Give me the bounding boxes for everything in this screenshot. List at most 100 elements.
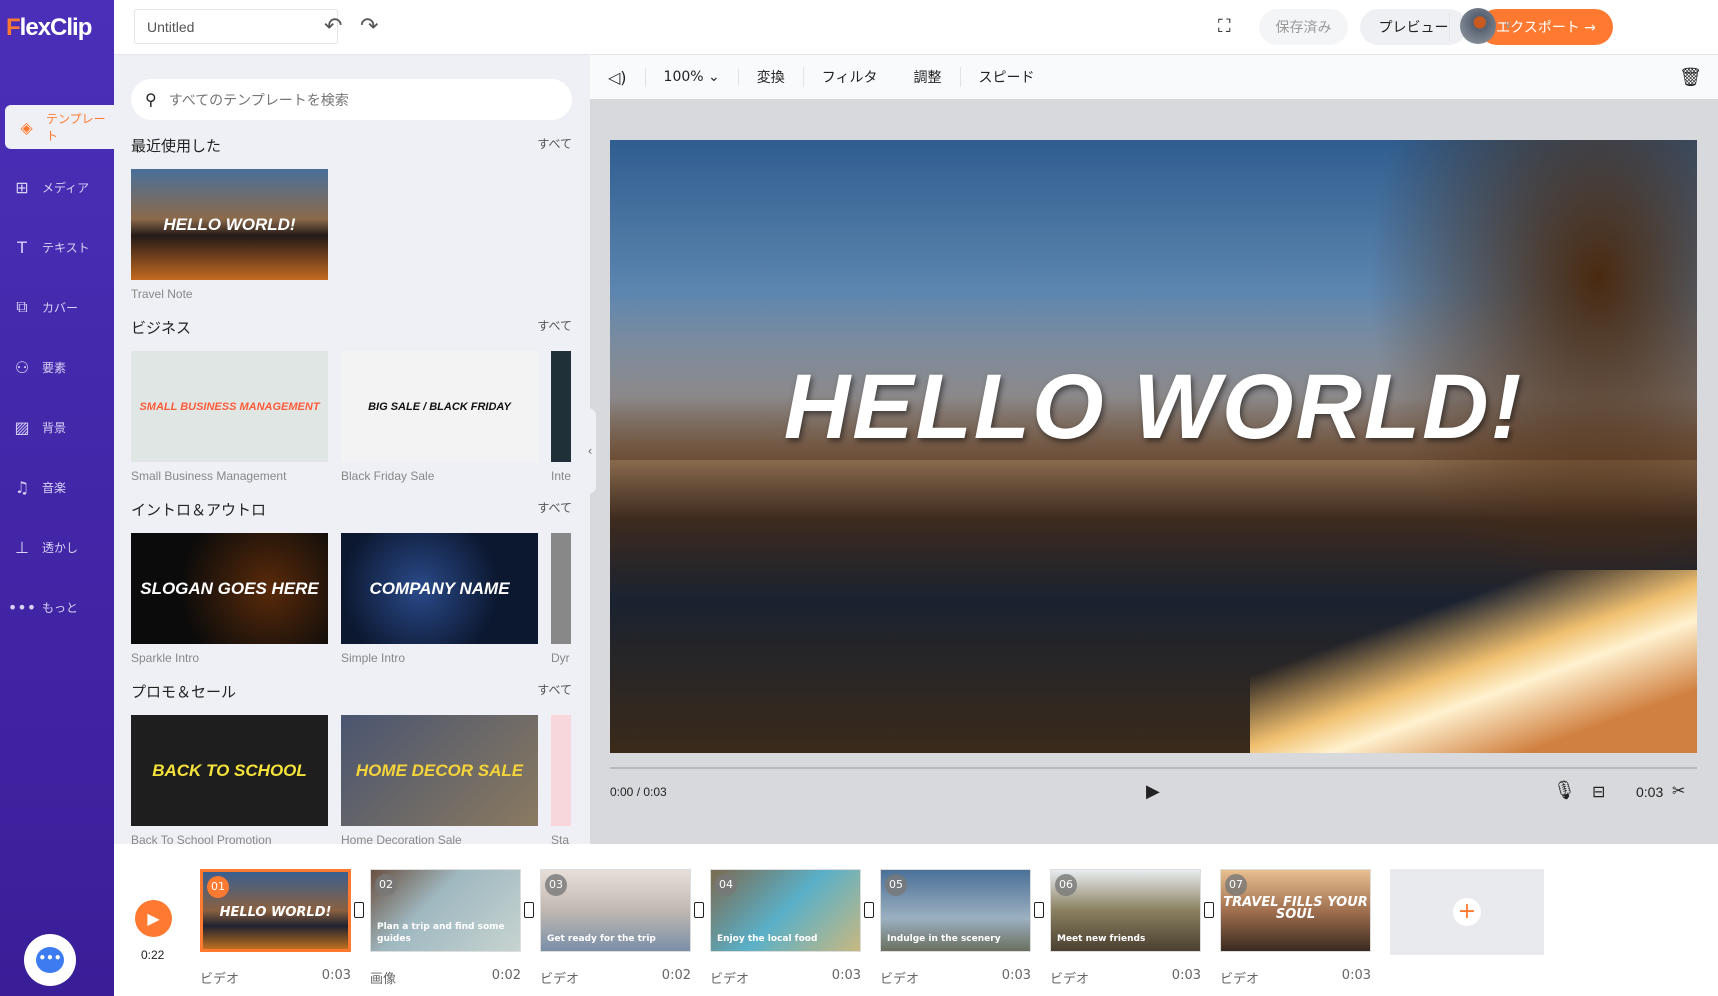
playback-scrubber[interactable] bbox=[610, 767, 1697, 769]
clip-caption: Meet new friends bbox=[1057, 934, 1146, 944]
transition-button[interactable] bbox=[1204, 902, 1214, 918]
clip-number: 05 bbox=[885, 874, 907, 896]
zoom-dropdown[interactable]: 100% ⌄ bbox=[646, 69, 739, 85]
chat-icon: ••• bbox=[36, 947, 64, 973]
templates-panel: ⚲ 最近使用した すべて HELLO WORLD! Travel Note ビジネス… bbox=[114, 55, 590, 844]
template-label: Travel Note bbox=[131, 287, 193, 301]
sidebar-item-8[interactable]: ••• もっと bbox=[0, 585, 114, 629]
add-clip-button[interactable]: + bbox=[1390, 869, 1544, 955]
timeline-clip[interactable]: 04 Enjoy the local food bbox=[710, 869, 861, 952]
timeline-clip[interactable]: 05 Indulge in the scenery bbox=[880, 869, 1031, 952]
redo-icon[interactable]: ↷ bbox=[360, 14, 378, 39]
template-thumbnail[interactable]: HOME DECOR SALE bbox=[341, 715, 538, 826]
timeline-clip[interactable]: 01 HELLO WORLD! bbox=[200, 869, 351, 952]
folder-plus-icon: ⊞ bbox=[15, 177, 29, 197]
template-thumbnail[interactable] bbox=[551, 533, 571, 644]
template-thumbnail[interactable]: BACK TO SCHOOL bbox=[131, 715, 328, 826]
sidebar-item-label: 要素 bbox=[42, 360, 67, 375]
sidebar-item-label: テンプレート bbox=[45, 112, 106, 143]
video-text-overlay[interactable]: HELLO WORLD! bbox=[610, 355, 1697, 460]
chevron-down-icon[interactable]: ∨ bbox=[1504, 18, 1512, 31]
template-label: Simple Intro bbox=[341, 651, 406, 665]
template-label: Inte bbox=[551, 469, 571, 483]
fullscreen-icon[interactable]: ⛶ bbox=[1218, 16, 1231, 37]
watermark-icon: ⊥ bbox=[15, 537, 29, 557]
plus-icon: + bbox=[1453, 898, 1481, 926]
scissors-icon[interactable]: ✂ bbox=[1672, 781, 1685, 800]
timeline-clip[interactable]: 07 TRAVEL FILLS YOUR SOUL bbox=[1220, 869, 1371, 952]
see-all-link[interactable]: すべて bbox=[537, 499, 572, 516]
filter-button[interactable]: フィルタ bbox=[804, 67, 896, 87]
clip-caption: Enjoy the local food bbox=[717, 934, 818, 944]
timeline: ▶ 0:22 01 HELLO WORLD! ビデオ 0:03 02 Plan a… bbox=[114, 844, 1718, 996]
clip-duration: 0:03 bbox=[1636, 784, 1664, 800]
template-label: Sta bbox=[551, 833, 570, 844]
time-readout: 0:00 / 0:03 bbox=[610, 785, 667, 799]
trash-icon[interactable]: 🗑 bbox=[1679, 67, 1702, 88]
flexclip-logo[interactable]: FlexClip bbox=[6, 14, 92, 42]
collapse-panel-button[interactable]: ‹ bbox=[584, 408, 596, 494]
template-thumbnail[interactable]: HELLO WORLD! bbox=[131, 169, 328, 280]
transition-button[interactable] bbox=[864, 902, 874, 918]
section-title: ビジネス bbox=[131, 319, 192, 337]
see-all-link[interactable]: すべて bbox=[537, 681, 572, 698]
see-all-link[interactable]: すべて bbox=[537, 317, 572, 334]
preview-button[interactable]: プレビュー bbox=[1360, 9, 1467, 45]
timeline-clip[interactable]: 03 Get ready for the trip bbox=[540, 869, 691, 952]
sidebar-item-0[interactable]: ◈ テンプレート bbox=[5, 105, 114, 149]
template-thumbnail[interactable] bbox=[551, 715, 571, 826]
play-all-button[interactable]: ▶ bbox=[135, 900, 172, 937]
split-icon[interactable]: ⊟ bbox=[1592, 782, 1605, 801]
video-canvas[interactable]: HELLO WORLD! bbox=[610, 140, 1697, 753]
sidebar-item-6[interactable]: ♫ 音楽 bbox=[0, 465, 114, 509]
timeline-clip[interactable]: 02 Plan a trip and find some guides bbox=[370, 869, 521, 952]
user-avatar[interactable] bbox=[1460, 8, 1496, 44]
export-button[interactable]: エクスポート → bbox=[1479, 9, 1613, 45]
template-label: Sparkle Intro bbox=[131, 651, 200, 665]
transition-button[interactable] bbox=[694, 902, 704, 918]
project-title-input[interactable] bbox=[134, 9, 338, 44]
transition-button[interactable] bbox=[1034, 902, 1044, 918]
sidebar-item-2[interactable]: T テキスト bbox=[0, 225, 114, 269]
transition-button[interactable] bbox=[354, 902, 364, 918]
sidebar-item-7[interactable]: ⊥ 透かし bbox=[0, 525, 114, 569]
template-thumbnail[interactable]: SLOGAN GOES HERE bbox=[131, 533, 328, 644]
clip-meta: 画像 0:02 bbox=[370, 968, 521, 987]
sidebar-item-3[interactable]: ⧉ カバー bbox=[0, 285, 114, 329]
clip-number: 01 bbox=[207, 876, 229, 898]
clip-caption: Plan a trip and find some guides bbox=[377, 922, 505, 944]
template-search-input[interactable] bbox=[168, 91, 529, 108]
section-title: 最近使用した bbox=[131, 137, 222, 155]
undo-icon[interactable]: ↶ bbox=[324, 14, 342, 39]
clip-caption: TRAVEL FILLS YOUR SOUL bbox=[1223, 895, 1368, 922]
sidebar-item-4[interactable]: ⚇ 要素 bbox=[0, 345, 114, 389]
saved-status-button[interactable]: 保存済み bbox=[1259, 9, 1348, 45]
template-thumbnail[interactable]: SMALL BUSINESS MANAGEMENT bbox=[131, 351, 328, 462]
video-toolbar: ◁) 100% ⌄ 変換 フィルタ 調整 スピード 🗑 bbox=[590, 55, 1718, 99]
total-duration: 0:22 bbox=[141, 948, 165, 962]
transform-button[interactable]: 変換 bbox=[739, 67, 804, 87]
transition-button[interactable] bbox=[524, 902, 534, 918]
chat-button[interactable]: ••• bbox=[24, 934, 76, 986]
timeline-clip[interactable]: 06 Meet new friends bbox=[1050, 869, 1201, 952]
see-all-link[interactable]: すべて bbox=[537, 135, 572, 152]
preview-stage: ◁) 100% ⌄ 変換 フィルタ 調整 スピード 🗑 HELLO WORLD!… bbox=[590, 55, 1718, 844]
adjust-button[interactable]: 調整 bbox=[896, 67, 961, 87]
top-bar: ↶ ↷ ⛶ 保存済み プレビュー エクスポート → ∨ bbox=[114, 0, 1718, 55]
clip-meta: ビデオ 0:02 bbox=[540, 968, 691, 987]
clip-caption: Indulge in the scenery bbox=[887, 934, 1001, 944]
microphone-icon[interactable]: 🎙 bbox=[1553, 780, 1576, 801]
template-thumbnail[interactable]: COMPANY NAME bbox=[341, 533, 538, 644]
sidebar: FlexClip ◈ テンプレート ⊞ メディア T テキスト ⧉ カバー ⚇ 要素 ▨ 背景 ♫ 音楽 ⊥… bbox=[0, 0, 114, 996]
sidebar-item-5[interactable]: ▨ 背景 bbox=[0, 405, 114, 449]
template-thumbnail[interactable] bbox=[551, 351, 571, 462]
volume-icon[interactable]: ◁) bbox=[590, 67, 646, 87]
sidebar-item-1[interactable]: ⊞ メディア bbox=[0, 165, 114, 209]
clip-number: 04 bbox=[715, 874, 737, 896]
play-icon[interactable]: ▶ bbox=[1146, 781, 1160, 802]
music-icon: ♫ bbox=[14, 477, 30, 497]
template-search[interactable]: ⚲ bbox=[131, 79, 572, 120]
speed-button[interactable]: スピード bbox=[961, 67, 1053, 87]
template-label: Home Decoration Sale bbox=[341, 833, 462, 844]
template-thumbnail[interactable]: BIG SALE / BLACK FRIDAY bbox=[341, 351, 538, 462]
